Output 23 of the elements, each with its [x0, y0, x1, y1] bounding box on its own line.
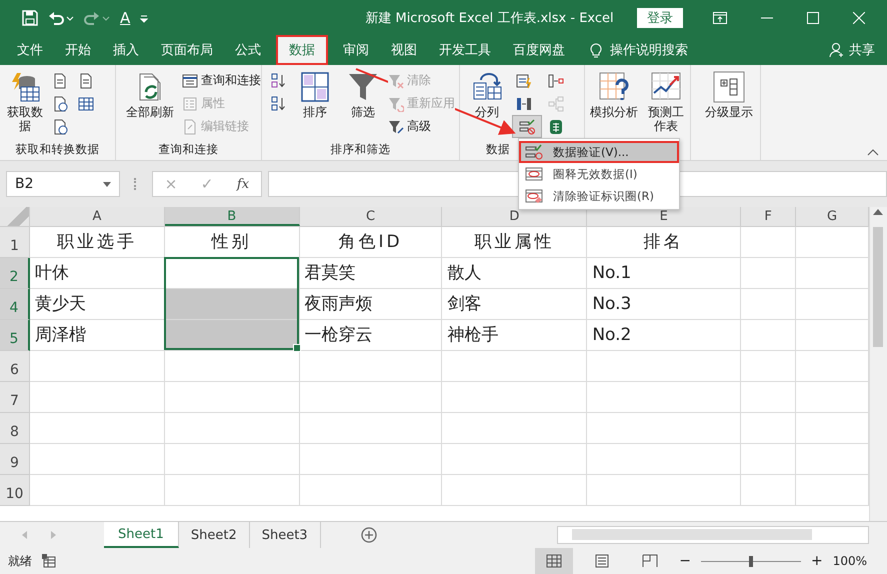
status-text: 就绪 [8, 552, 32, 570]
table-cell: 职业选手 [30, 227, 165, 258]
table-cell: 黄少天 [30, 289, 165, 320]
table-cell: 夜雨声烦 [300, 289, 442, 320]
table-cell: 一枪穿云 [300, 320, 442, 351]
group-label: 数据 [486, 142, 510, 158]
table-cell: 叶休 [30, 258, 165, 289]
table-cell: No.2 [587, 320, 742, 351]
table-cell: 性别 [164, 227, 300, 258]
table-cell: 职业属性 [442, 227, 588, 258]
group-label: 查询和连接 [158, 142, 220, 158]
table-cell: No.1 [587, 258, 742, 289]
table-cell: No.3 [587, 289, 742, 320]
group-label: 获取和转换数据 [14, 142, 100, 158]
table-cell: 神枪手 [442, 320, 588, 351]
window-title: 新建 Microsoft Excel 工作表.xlsx - Excel [364, 10, 615, 26]
table-cell: 散人 [442, 258, 588, 289]
group-label: 排序和筛选 [330, 142, 392, 158]
table-cell: 剑客 [442, 289, 588, 320]
table-cell: 角色ID [300, 227, 442, 258]
table-cell: 君莫笑 [300, 258, 442, 289]
table-cell: 排名 [587, 227, 742, 258]
table-cell: 周泽楷 [30, 320, 165, 351]
